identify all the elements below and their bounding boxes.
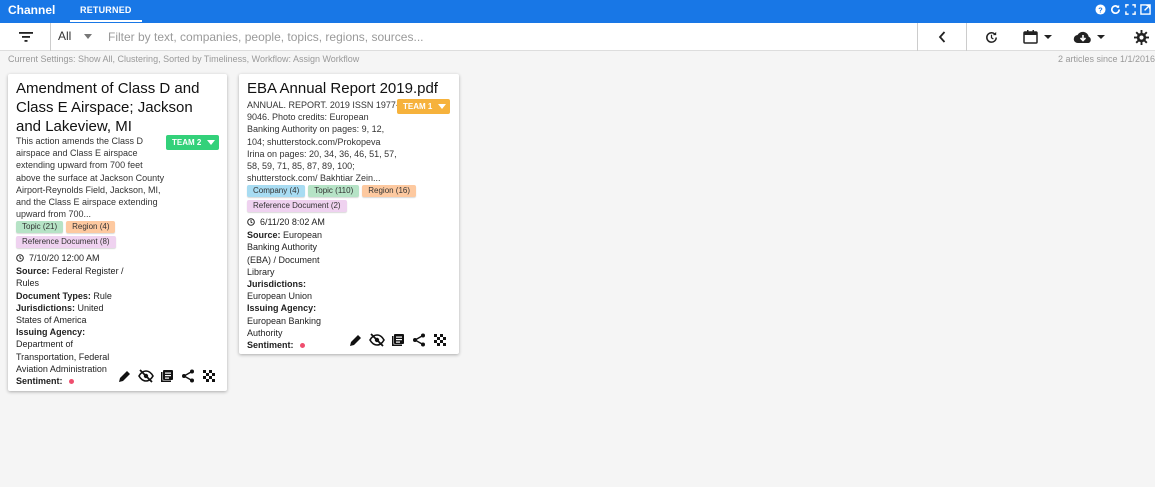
team-assign-dropdown[interactable]: TEAM 1	[397, 99, 451, 114]
date-row: 6/11/20 8:02 AM	[247, 216, 333, 228]
article-title[interactable]: EBA Annual Report 2019.pdf	[247, 79, 452, 98]
article-summary: This action amends the Class D airspace …	[16, 136, 165, 220]
filter-list-icon	[19, 32, 33, 42]
team-label: TEAM 1	[403, 102, 433, 111]
chip-company[interactable]: Company (4)	[247, 185, 306, 197]
field-source: Source: European Banking Authority (EBA)…	[247, 230, 323, 277]
toolbar: All	[0, 23, 1155, 51]
collapse-panel-button[interactable]	[934, 27, 950, 47]
current-settings-text: Current Settings: Show All, Clustering, …	[8, 54, 360, 64]
article-metadata: 6/11/20 8:02 AM Source: European Banking…	[247, 216, 333, 351]
chip-region[interactable]: Region (4)	[66, 221, 116, 233]
entity-chips: Topic (21) Region (4) Reference Document…	[16, 221, 166, 248]
chevron-down-icon	[207, 140, 216, 145]
gear-icon	[1133, 29, 1149, 45]
field-document-types: Document Types: Rule	[16, 290, 112, 301]
scope-select[interactable]: All	[58, 29, 71, 43]
settings-button[interactable]	[1132, 27, 1150, 47]
toolbar-divider	[966, 23, 967, 51]
chevron-down-icon	[1043, 35, 1052, 39]
date-row: 7/10/20 12:00 AM	[16, 252, 126, 264]
share-icon[interactable]	[411, 332, 427, 348]
toolbar-divider	[917, 23, 918, 51]
fullscreen-icon[interactable]	[1124, 3, 1136, 15]
chip-region[interactable]: Region (16)	[362, 185, 417, 197]
open-external-icon[interactable]	[1139, 3, 1151, 15]
clock-icon	[247, 218, 255, 226]
entity-chips: Company (4) Topic (110) Region (16) Refe…	[247, 185, 447, 212]
field-issuing-agency: Issuing Agency: European Banking Authori…	[247, 303, 322, 338]
share-icon[interactable]	[180, 368, 196, 384]
refresh-feed-button[interactable]	[982, 27, 1000, 47]
clock-icon	[16, 254, 24, 262]
edit-icon[interactable]	[117, 368, 133, 384]
library-icon[interactable]	[390, 332, 406, 348]
toolbar-divider	[50, 23, 51, 51]
window-controls: ?	[1094, 3, 1151, 15]
chip-reference-document[interactable]: Reference Document (2)	[247, 200, 347, 212]
chevron-left-icon	[938, 31, 946, 43]
edit-icon[interactable]	[348, 332, 364, 348]
title-bar: Channel RETURNED ?	[0, 0, 1155, 23]
help-icon[interactable]: ?	[1094, 3, 1106, 15]
download-button[interactable]	[1070, 27, 1110, 47]
team-label: TEAM 2	[172, 138, 202, 147]
card-actions	[348, 332, 448, 348]
article-count: 2 articles since 1/1/2016	[1057, 54, 1155, 64]
calendar-icon	[1022, 30, 1038, 44]
chip-reference-document[interactable]: Reference Document (8)	[16, 236, 116, 248]
cluster-icon[interactable]	[201, 368, 217, 384]
article-card[interactable]: Amendment of Class D and Class E Airspac…	[8, 74, 227, 391]
field-jurisdictions: Jurisdictions: European Union	[247, 279, 313, 302]
hide-icon[interactable]	[138, 368, 154, 384]
chevron-down-icon[interactable]	[84, 34, 92, 39]
date-range-button[interactable]	[1020, 27, 1056, 47]
field-issuing-agency: Issuing Agency: Department of Transporta…	[16, 327, 110, 374]
cloud-download-icon	[1073, 31, 1091, 44]
article-title[interactable]: Amendment of Class D and Class E Airspac…	[16, 79, 219, 136]
sentiment-indicator	[68, 379, 74, 385]
sentiment-indicator	[299, 343, 305, 349]
cluster-icon[interactable]	[432, 332, 448, 348]
chevron-down-icon	[438, 104, 447, 109]
search-input[interactable]	[108, 27, 908, 47]
field-sentiment: Sentiment:	[16, 375, 126, 387]
chevron-down-icon	[1097, 35, 1105, 39]
team-assign-dropdown[interactable]: TEAM 2	[166, 135, 220, 150]
hide-icon[interactable]	[369, 332, 385, 348]
chip-topic[interactable]: Topic (21)	[16, 221, 64, 233]
refresh-icon[interactable]	[1109, 3, 1121, 15]
field-jurisdictions: Jurisdictions: United States of America	[16, 302, 104, 326]
filter-menu-button[interactable]	[14, 28, 38, 46]
chip-topic[interactable]: Topic (110)	[308, 185, 360, 197]
article-card[interactable]: EBA Annual Report 2019.pdf ANNUAL. REPOR…	[239, 74, 459, 354]
history-refresh-icon	[985, 31, 997, 43]
svg-text:?: ?	[1098, 5, 1103, 14]
app-title: Channel	[8, 3, 56, 17]
article-date: 6/11/20 8:02 AM	[260, 217, 325, 227]
article-summary: ANNUAL. REPORT. 2019 ISSN 1977-9046. Pho…	[247, 100, 399, 184]
field-source: Source: Federal Register / Rules	[16, 266, 124, 289]
tab-returned[interactable]: RETURNED	[70, 5, 142, 22]
card-actions	[117, 368, 217, 384]
article-metadata: 7/10/20 12:00 AM Source: Federal Registe…	[16, 252, 126, 387]
article-date: 7/10/20 12:00 AM	[29, 253, 100, 263]
library-icon[interactable]	[159, 368, 175, 384]
field-sentiment: Sentiment:	[247, 339, 333, 351]
